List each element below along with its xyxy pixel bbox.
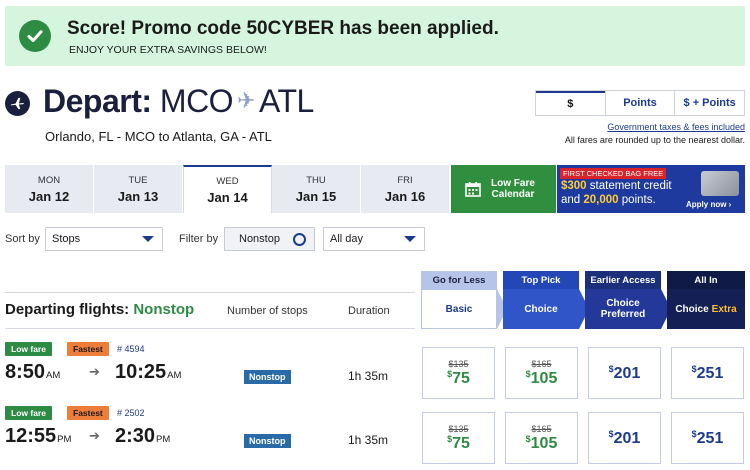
toggle-dollars-points[interactable]: $ + Points xyxy=(674,91,744,115)
toggle-dollars[interactable]: $ xyxy=(536,91,605,115)
fare-choice-button[interactable]: $165 $105 xyxy=(505,347,578,399)
date-tab-jan12[interactable]: MON Jan 12 xyxy=(5,165,94,213)
flight-number[interactable]: # 4594 xyxy=(117,344,145,354)
destination-code: ATL xyxy=(259,83,314,119)
fare-choice-button[interactable]: $165 $105 xyxy=(505,412,578,464)
departing-flights-title: Departing flights: Nonstop xyxy=(5,301,195,318)
arrival-time: 2:30PM xyxy=(115,425,171,447)
stops-badge[interactable]: Nonstop xyxy=(244,370,291,384)
ad-line-1: $300 statement credit xyxy=(561,180,672,192)
route-description: Orlando, FL - MCO to Atlanta, GA - ATL xyxy=(45,129,272,144)
fare-header-choice: Top Pick Choice xyxy=(503,271,589,329)
date-tab-jan16[interactable]: FRI Jan 16 xyxy=(361,165,450,213)
promo-subtitle: ENJOY YOUR EXTRA SAVINGS BELOW! xyxy=(69,44,267,56)
departure-time: 8:50AM xyxy=(5,361,61,383)
credit-card-ad[interactable]: FIRST CHECKED BAG FREE $300 statement cr… xyxy=(557,165,745,213)
plane-arrow-icon: ✈ xyxy=(237,88,255,113)
arrival-time: 10:25AM xyxy=(115,361,182,383)
fastest-badge: Fastest xyxy=(67,342,109,356)
page-title: Depart: MCO ✈ ATL xyxy=(43,83,314,119)
low-fare-badge: Low fare xyxy=(5,342,52,356)
arrow-right-icon: ➔ xyxy=(89,428,100,443)
fare-header-basic: Go for Less Basic xyxy=(421,271,507,329)
column-header-stops: Number of stops xyxy=(227,305,308,317)
fare-header-choice-extra: All In Choice Extra xyxy=(667,271,745,329)
currency-toggle[interactable]: $ Points $ + Points xyxy=(535,90,745,116)
stops-badge[interactable]: Nonstop xyxy=(244,434,291,448)
fastest-badge: Fastest xyxy=(67,406,109,420)
divider xyxy=(5,292,415,293)
fare-basic-button[interactable]: $135 $75 xyxy=(422,412,495,464)
low-fare-calendar-button[interactable]: Low Fare Calendar xyxy=(451,165,556,213)
filter-label: Filter by xyxy=(179,233,219,245)
promo-title: Score! Promo code 50CYBER has been appli… xyxy=(67,18,499,39)
time-select[interactable]: All day xyxy=(323,227,425,251)
fare-choice-preferred-button[interactable]: $201 xyxy=(588,412,661,464)
ad-badge: FIRST CHECKED BAG FREE xyxy=(560,168,667,179)
chevron-down-icon xyxy=(404,236,416,242)
duration: 1h 35m xyxy=(348,369,389,383)
nonstop-filter[interactable]: Nonstop xyxy=(224,227,315,251)
apply-now-link[interactable]: Apply now › xyxy=(686,200,731,209)
origin-code: MCO xyxy=(159,83,234,119)
fare-basic-button[interactable]: $135 $75 xyxy=(422,347,495,399)
credit-card-image xyxy=(701,171,739,196)
date-tab-jan14[interactable]: WED Jan 14 xyxy=(183,165,272,213)
flight-number[interactable]: # 2502 xyxy=(117,408,145,418)
ad-line-2: and 20,000 points. xyxy=(561,194,656,206)
calendar-icon xyxy=(465,182,481,197)
toggle-points[interactable]: Points xyxy=(604,91,675,115)
fees-link[interactable]: Government taxes & fees included xyxy=(607,122,745,132)
fare-header-choice-preferred: Earlier Access Choice Preferred xyxy=(585,271,671,329)
fare-choice-preferred-button[interactable]: $201 xyxy=(588,347,661,399)
column-header-duration: Duration xyxy=(348,305,390,317)
date-tab-jan15[interactable]: THU Jan 15 xyxy=(272,165,361,213)
promo-banner: Score! Promo code 50CYBER has been appli… xyxy=(5,6,745,66)
sort-select[interactable]: Stops xyxy=(45,227,163,251)
fare-choice-extra-button[interactable]: $251 xyxy=(671,412,744,464)
departure-time: 12:55PM xyxy=(5,425,72,447)
divider xyxy=(5,328,415,329)
check-circle-icon xyxy=(19,20,51,52)
date-tab-jan13[interactable]: TUE Jan 13 xyxy=(94,165,183,213)
arrow-right-icon: ➔ xyxy=(89,364,100,379)
fees-note: All fares are rounded up to the nearest … xyxy=(564,135,745,145)
low-fare-badge: Low fare xyxy=(5,406,52,420)
chevron-down-icon xyxy=(142,236,154,242)
plane-icon xyxy=(5,91,30,116)
duration: 1h 35m xyxy=(348,433,389,447)
date-tabs: MON Jan 12 TUE Jan 13 WED Jan 14 THU Jan 15 … xyxy=(5,165,450,213)
sort-label: Sort by xyxy=(5,233,40,245)
fare-choice-extra-button[interactable]: $251 xyxy=(671,347,744,399)
radio-icon xyxy=(293,232,306,246)
